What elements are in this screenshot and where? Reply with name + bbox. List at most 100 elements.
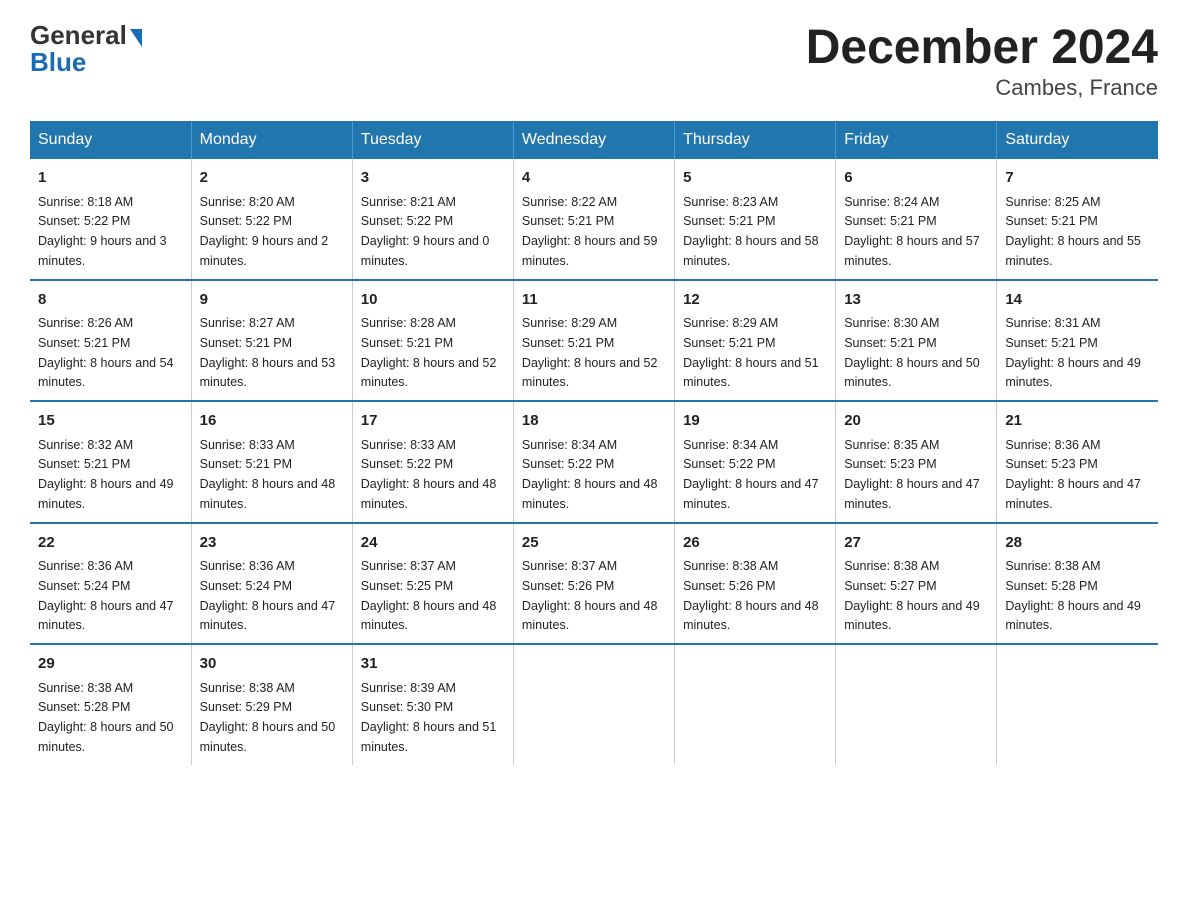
day-number: 9 [200, 289, 344, 312]
calendar-cell: 22Sunrise: 8:36 AMSunset: 5:24 PMDayligh… [30, 523, 191, 645]
calendar-cell: 4 Sunrise: 8:22 AMSunset: 5:21 PMDaylight… [513, 159, 674, 280]
day-info: Sunrise: 8:35 AMSunset: 5:23 PMDaylight:… [844, 438, 980, 511]
calendar-cell: 31 Sunrise: 8:39 AMSunset: 5:30 PMDayligh… [352, 644, 513, 765]
calendar-cell: 26Sunrise: 8:38 AMSunset: 5:26 PMDayligh… [675, 523, 836, 645]
header-wednesday: Wednesday [513, 121, 674, 159]
header-monday: Monday [191, 121, 352, 159]
calendar-cell: 15 Sunrise: 8:32 AMSunset: 5:21 PMDayligh… [30, 401, 191, 523]
calendar-cell: 25 Sunrise: 8:37 AMSunset: 5:26 PMDayligh… [513, 523, 674, 645]
day-info: Sunrise: 8:38 AMSunset: 5:29 PMDaylight:… [200, 681, 336, 754]
day-info: Sunrise: 8:36 AMSunset: 5:24 PMDaylight:… [200, 559, 336, 632]
day-info: Sunrise: 8:25 AMSunset: 5:21 PMDaylight:… [1005, 195, 1141, 268]
day-info: Sunrise: 8:29 AMSunset: 5:21 PMDaylight:… [522, 316, 658, 389]
day-number: 11 [522, 289, 666, 312]
header-sunday: Sunday [30, 121, 191, 159]
day-info: Sunrise: 8:38 AMSunset: 5:28 PMDaylight:… [38, 681, 174, 754]
day-number: 25 [522, 532, 666, 555]
day-number: 19 [683, 410, 827, 433]
day-number: 24 [361, 532, 505, 555]
day-number: 3 [361, 167, 505, 190]
day-info: Sunrise: 8:20 AMSunset: 5:22 PMDaylight:… [200, 195, 329, 268]
calendar-cell: 11 Sunrise: 8:29 AMSunset: 5:21 PMDayligh… [513, 280, 674, 402]
calendar-cell: 29 Sunrise: 8:38 AMSunset: 5:28 PMDayligh… [30, 644, 191, 765]
calendar-cell: 21 Sunrise: 8:36 AMSunset: 5:23 PMDayligh… [997, 401, 1158, 523]
day-info: Sunrise: 8:18 AMSunset: 5:22 PMDaylight:… [38, 195, 167, 268]
day-info: Sunrise: 8:36 AMSunset: 5:23 PMDaylight:… [1005, 438, 1141, 511]
day-number: 29 [38, 653, 183, 676]
day-number: 16 [200, 410, 344, 433]
day-info: Sunrise: 8:23 AMSunset: 5:21 PMDaylight:… [683, 195, 819, 268]
day-info: Sunrise: 8:37 AMSunset: 5:25 PMDaylight:… [361, 559, 497, 632]
calendar-cell: 30 Sunrise: 8:38 AMSunset: 5:29 PMDayligh… [191, 644, 352, 765]
day-number: 6 [844, 167, 988, 190]
day-number: 30 [200, 653, 344, 676]
calendar-cell: 3 Sunrise: 8:21 AMSunset: 5:22 PMDaylight… [352, 159, 513, 280]
calendar-cell: 1 Sunrise: 8:18 AMSunset: 5:22 PMDaylight… [30, 159, 191, 280]
logo: General Blue [30, 20, 142, 78]
header-thursday: Thursday [675, 121, 836, 159]
calendar-cell: 16 Sunrise: 8:33 AMSunset: 5:21 PMDayligh… [191, 401, 352, 523]
day-info: Sunrise: 8:33 AMSunset: 5:21 PMDaylight:… [200, 438, 336, 511]
calendar-week-row: 29 Sunrise: 8:38 AMSunset: 5:28 PMDayligh… [30, 644, 1158, 765]
page-header: General Blue December 2024 Cambes, Franc… [30, 20, 1158, 101]
calendar-week-row: 8 Sunrise: 8:26 AMSunset: 5:21 PMDaylight… [30, 280, 1158, 402]
day-info: Sunrise: 8:37 AMSunset: 5:26 PMDaylight:… [522, 559, 658, 632]
day-number: 27 [844, 532, 988, 555]
calendar-cell: 8 Sunrise: 8:26 AMSunset: 5:21 PMDaylight… [30, 280, 191, 402]
page-title: December 2024 [806, 20, 1158, 75]
day-info: Sunrise: 8:26 AMSunset: 5:21 PMDaylight:… [38, 316, 174, 389]
day-info: Sunrise: 8:21 AMSunset: 5:22 PMDaylight:… [361, 195, 490, 268]
day-number: 1 [38, 167, 183, 190]
day-number: 13 [844, 289, 988, 312]
day-info: Sunrise: 8:32 AMSunset: 5:21 PMDaylight:… [38, 438, 174, 511]
day-info: Sunrise: 8:24 AMSunset: 5:21 PMDaylight:… [844, 195, 980, 268]
calendar-cell: 24 Sunrise: 8:37 AMSunset: 5:25 PMDayligh… [352, 523, 513, 645]
day-number: 18 [522, 410, 666, 433]
day-number: 2 [200, 167, 344, 190]
day-info: Sunrise: 8:22 AMSunset: 5:21 PMDaylight:… [522, 195, 658, 268]
day-info: Sunrise: 8:39 AMSunset: 5:30 PMDaylight:… [361, 681, 497, 754]
calendar-cell: 5 Sunrise: 8:23 AMSunset: 5:21 PMDaylight… [675, 159, 836, 280]
header-saturday: Saturday [997, 121, 1158, 159]
calendar-cell: 19Sunrise: 8:34 AMSunset: 5:22 PMDayligh… [675, 401, 836, 523]
calendar-cell: 17Sunrise: 8:33 AMSunset: 5:22 PMDayligh… [352, 401, 513, 523]
day-info: Sunrise: 8:33 AMSunset: 5:22 PMDaylight:… [361, 438, 497, 511]
day-number: 26 [683, 532, 827, 555]
day-number: 31 [361, 653, 505, 676]
calendar-cell: 13 Sunrise: 8:30 AMSunset: 5:21 PMDayligh… [836, 280, 997, 402]
day-number: 4 [522, 167, 666, 190]
calendar-cell: 7 Sunrise: 8:25 AMSunset: 5:21 PMDaylight… [997, 159, 1158, 280]
day-number: 12 [683, 289, 827, 312]
day-number: 23 [200, 532, 344, 555]
calendar-week-row: 15 Sunrise: 8:32 AMSunset: 5:21 PMDayligh… [30, 401, 1158, 523]
calendar-cell [513, 644, 674, 765]
calendar-header-row: SundayMondayTuesdayWednesdayThursdayFrid… [30, 121, 1158, 159]
day-info: Sunrise: 8:29 AMSunset: 5:21 PMDaylight:… [683, 316, 819, 389]
calendar-cell: 20Sunrise: 8:35 AMSunset: 5:23 PMDayligh… [836, 401, 997, 523]
day-number: 15 [38, 410, 183, 433]
calendar-cell: 18 Sunrise: 8:34 AMSunset: 5:22 PMDayligh… [513, 401, 674, 523]
calendar-cell: 10 Sunrise: 8:28 AMSunset: 5:21 PMDayligh… [352, 280, 513, 402]
calendar-table: SundayMondayTuesdayWednesdayThursdayFrid… [30, 121, 1158, 765]
day-info: Sunrise: 8:31 AMSunset: 5:21 PMDaylight:… [1005, 316, 1141, 389]
day-info: Sunrise: 8:38 AMSunset: 5:27 PMDaylight:… [844, 559, 980, 632]
calendar-cell: 23 Sunrise: 8:36 AMSunset: 5:24 PMDayligh… [191, 523, 352, 645]
day-number: 8 [38, 289, 183, 312]
day-info: Sunrise: 8:30 AMSunset: 5:21 PMDaylight:… [844, 316, 980, 389]
day-info: Sunrise: 8:34 AMSunset: 5:22 PMDaylight:… [522, 438, 658, 511]
day-number: 5 [683, 167, 827, 190]
calendar-cell: 6 Sunrise: 8:24 AMSunset: 5:21 PMDaylight… [836, 159, 997, 280]
day-number: 7 [1005, 167, 1150, 190]
day-number: 10 [361, 289, 505, 312]
calendar-cell [997, 644, 1158, 765]
title-area: December 2024 Cambes, France [806, 20, 1158, 101]
logo-triangle-icon [130, 29, 142, 47]
calendar-week-row: 22 Sunrise: 8:36 AMSunset: 5:24 PMDayligh… [30, 523, 1158, 645]
day-number: 21 [1005, 410, 1150, 433]
calendar-cell: 2 Sunrise: 8:20 AMSunset: 5:22 PMDaylight… [191, 159, 352, 280]
day-number: 22 [38, 532, 183, 555]
day-info: Sunrise: 8:38 AMSunset: 5:28 PMDaylight:… [1005, 559, 1141, 632]
calendar-cell: 9Sunrise: 8:27 AMSunset: 5:21 PMDaylight… [191, 280, 352, 402]
calendar-cell: 28Sunrise: 8:38 AMSunset: 5:28 PMDayligh… [997, 523, 1158, 645]
day-info: Sunrise: 8:28 AMSunset: 5:21 PMDaylight:… [361, 316, 497, 389]
